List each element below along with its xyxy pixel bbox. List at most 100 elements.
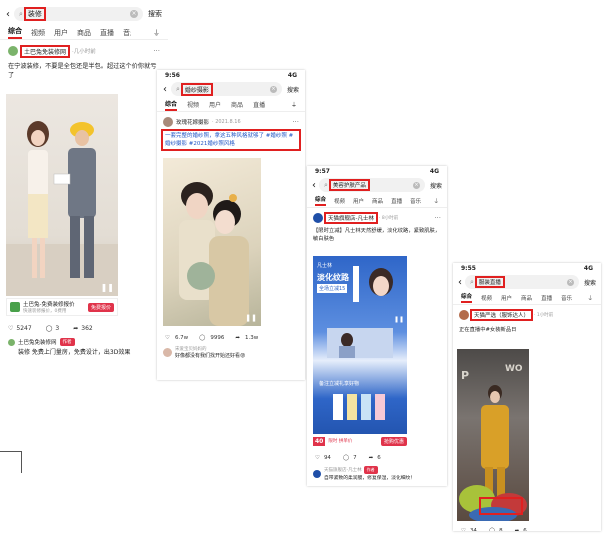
- engagement-row: ♡ 5247 ◯ 3 ➦ 362: [0, 322, 101, 335]
- tab-live[interactable]: 直播: [253, 100, 265, 109]
- tab-video[interactable]: 视频: [187, 100, 199, 109]
- like-icon[interactable]: ♡: [315, 455, 320, 461]
- search-button[interactable]: 搜索: [430, 181, 442, 190]
- more-icon[interactable]: ···: [434, 214, 441, 222]
- signal-indicator: 4G: [287, 71, 297, 79]
- clear-icon[interactable]: ×: [130, 10, 138, 18]
- search-query-text: 美容护肤产品: [328, 179, 370, 191]
- tab-user[interactable]: 用户: [209, 100, 221, 109]
- author-name[interactable]: 土巴兔免装修网: [19, 44, 71, 58]
- reply-text: 装修 免费上门量房，免费设计，出3D效果: [18, 349, 131, 356]
- live-highlight-box: [479, 497, 523, 515]
- comment-icon[interactable]: ◯: [46, 325, 53, 332]
- share-icon[interactable]: ➦: [515, 528, 520, 531]
- filter-icon[interactable]: ⏚: [153, 28, 160, 38]
- avatar[interactable]: [8, 46, 18, 56]
- pause-icon[interactable]: ❚❚: [394, 316, 404, 323]
- product-card[interactable]: 土巴兔-免费装修报价 快速装修报价，0费用 免费报价: [6, 298, 118, 316]
- author-name[interactable]: 玫瑰花嫁摄影: [176, 118, 209, 126]
- like-count: 6.7w: [174, 335, 189, 341]
- more-icon[interactable]: ···: [153, 47, 160, 55]
- comment-icon[interactable]: ◯: [343, 455, 349, 461]
- video-thumbnail[interactable]: ❚❚: [6, 94, 118, 296]
- tab-all[interactable]: 综合: [165, 99, 178, 111]
- tab-product[interactable]: 商品: [521, 294, 532, 302]
- reply-text: 自带紧致的柔润膜，修复保湿，淡化细纹！: [324, 476, 416, 481]
- search-input[interactable]: ⌕ 美容护肤产品 ×: [319, 178, 425, 192]
- pause-icon[interactable]: ❚❚: [245, 314, 257, 322]
- tab-user[interactable]: 用户: [54, 28, 68, 38]
- search-input[interactable]: ⌕ 装修 ×: [14, 7, 143, 21]
- share-icon[interactable]: ➦: [73, 325, 78, 332]
- share-icon[interactable]: ➦: [235, 335, 240, 341]
- more-icon[interactable]: ···: [292, 118, 299, 126]
- tab-music[interactable]: 音乐: [410, 197, 421, 205]
- search-button[interactable]: 搜索: [148, 9, 162, 19]
- tab-live[interactable]: 直播: [100, 28, 114, 38]
- author-name[interactable]: 天猫旗舰店-凡士林: [324, 212, 378, 224]
- live-video[interactable]: P WO: [457, 349, 529, 521]
- tab-live[interactable]: 直播: [541, 294, 552, 302]
- back-arrow-icon[interactable]: ‹: [6, 9, 10, 20]
- avatar[interactable]: [163, 117, 173, 127]
- tab-music[interactable]: 音乐: [561, 294, 572, 302]
- search-query-text: 婚纱摄影: [180, 82, 213, 96]
- ad-video[interactable]: 凡士林 淡化纹路 全场立减15 备注立减礼享好物 ❚❚: [313, 256, 407, 446]
- status-bar: 9:55 4G: [453, 263, 601, 273]
- author-name[interactable]: 天猫严选（服饰达人）: [469, 309, 534, 321]
- clear-icon[interactable]: ×: [412, 181, 420, 189]
- filter-icon[interactable]: ⏚: [587, 294, 593, 302]
- post-time: · 1小时前: [534, 313, 554, 318]
- like-icon[interactable]: ♡: [165, 335, 170, 341]
- tab-all[interactable]: 综合: [461, 292, 473, 303]
- search-query-text: 服装直播: [474, 276, 505, 288]
- back-arrow-icon[interactable]: ‹: [312, 180, 316, 191]
- post-date: · 2021.8.16: [212, 119, 241, 125]
- reply-row: 天猫旗舰店-凡士林 作者 自带紧致的柔润膜，修复保湿，淡化细纹！: [313, 466, 415, 481]
- engagement-row: ♡ 94 ◯ 7 ➦ 6: [307, 452, 389, 464]
- search-query-text: 装修: [23, 7, 46, 21]
- pause-icon[interactable]: ❚❚: [101, 283, 114, 292]
- reply-text: 好像都没有我们找开始还好看😝: [175, 353, 246, 359]
- tab-music[interactable]: 音乐: [123, 28, 131, 38]
- ad-price-note: 限时 拼单价: [328, 439, 353, 444]
- buy-button[interactable]: 抢购优惠: [380, 436, 407, 446]
- clear-icon[interactable]: ×: [269, 85, 277, 93]
- tab-product[interactable]: 商品: [372, 197, 383, 205]
- like-icon[interactable]: ♡: [8, 325, 13, 332]
- phone-screen-fashion: 9:55 4G ‹ ⌕ 服装直播 × 搜索 综合 视频 用户 商品 直播 音乐 …: [453, 263, 601, 531]
- like-icon[interactable]: ♡: [461, 528, 466, 531]
- engagement-row: ♡ 6.7w ◯ 9996 ➦ 1.3w: [157, 332, 266, 344]
- video-thumbnail[interactable]: ❚❚: [163, 158, 261, 326]
- tab-video[interactable]: 视频: [334, 197, 345, 205]
- tab-live[interactable]: 直播: [391, 197, 402, 205]
- avatar[interactable]: [313, 213, 323, 223]
- back-arrow-icon[interactable]: ‹: [458, 277, 462, 288]
- back-arrow-icon[interactable]: ‹: [163, 84, 167, 95]
- share-icon[interactable]: ➦: [369, 455, 374, 461]
- free-quote-button[interactable]: 免费报价: [87, 302, 114, 312]
- tab-all[interactable]: 综合: [315, 195, 327, 206]
- tab-user[interactable]: 用户: [501, 294, 512, 302]
- clear-icon[interactable]: ×: [566, 278, 574, 286]
- tab-all[interactable]: 综合: [8, 26, 22, 39]
- product-name: 土巴兔-免费装修报价: [23, 302, 75, 308]
- tab-product[interactable]: 商品: [77, 28, 91, 38]
- tab-product[interactable]: 商品: [231, 100, 243, 109]
- tab-video[interactable]: 视频: [31, 28, 45, 38]
- search-input[interactable]: ⌕ 婚纱摄影 ×: [171, 82, 282, 96]
- search-button[interactable]: 搜索: [287, 85, 299, 94]
- comment-icon[interactable]: ◯: [199, 335, 205, 341]
- tab-video[interactable]: 视频: [481, 294, 492, 302]
- post-time: · 8小时前: [379, 216, 399, 221]
- phone-screen-decoration: ‹ ⌕ 装修 × 搜索 综合 视频 用户 商品 直播 音乐 ⏚ 土巴兔免装修网 …: [0, 0, 168, 360]
- avatar[interactable]: [459, 310, 469, 320]
- filter-icon[interactable]: ⏚: [433, 197, 439, 205]
- product-info: 土巴兔-免费装修报价 快速装修报价，0费用: [23, 300, 85, 314]
- comment-icon[interactable]: ◯: [489, 528, 495, 531]
- tab-user[interactable]: 用户: [353, 197, 364, 205]
- comment-count: 9996: [210, 335, 225, 341]
- search-input[interactable]: ⌕ 服装直播 ×: [465, 275, 579, 289]
- filter-icon[interactable]: ⏚: [291, 100, 297, 109]
- search-button[interactable]: 搜索: [584, 278, 596, 287]
